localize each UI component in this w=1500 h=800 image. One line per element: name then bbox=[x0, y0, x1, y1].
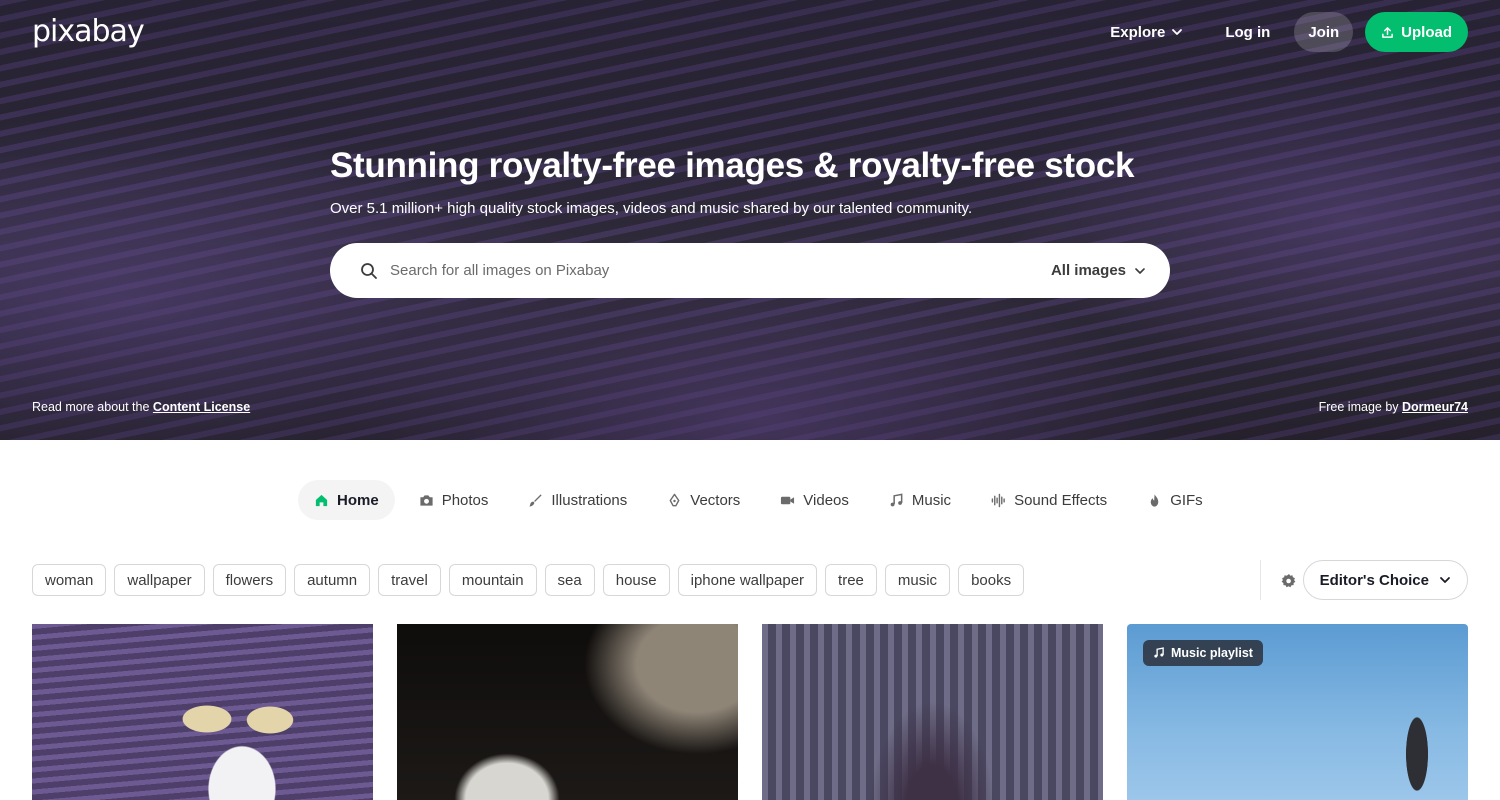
category-tabs: Home Photos Illustrations Vectors Videos… bbox=[298, 480, 1227, 520]
upload-label: Upload bbox=[1401, 23, 1452, 41]
upload-icon bbox=[1382, 26, 1394, 38]
tab-vectors[interactable]: Vectors bbox=[651, 480, 756, 520]
tab-videos[interactable]: Videos bbox=[764, 480, 865, 520]
trending-tags: woman wallpaper flowers autumn travel mo… bbox=[32, 564, 1032, 597]
home-icon bbox=[315, 494, 328, 506]
music-note-icon bbox=[890, 493, 903, 506]
search-input[interactable] bbox=[390, 262, 1051, 279]
tag-chip[interactable]: wallpaper bbox=[114, 564, 205, 596]
hero-banner: pixabay Explore Log in Join Upload Stunn… bbox=[0, 0, 1500, 440]
content-license-note: Read more about the Content License bbox=[32, 400, 250, 414]
image-card[interactable] bbox=[397, 624, 738, 800]
flame-icon bbox=[1150, 493, 1159, 507]
chevron-down-icon bbox=[1172, 29, 1183, 35]
login-link[interactable]: Log in bbox=[1225, 24, 1270, 41]
tag-chip[interactable]: music bbox=[884, 564, 951, 596]
hero-subtitle: Over 5.1 million+ high quality stock ima… bbox=[330, 200, 973, 217]
sort-label: Editor's Choice bbox=[1319, 571, 1429, 589]
badge-label: Music playlist bbox=[1171, 646, 1253, 660]
tab-home[interactable]: Home bbox=[298, 480, 395, 520]
tag-chip[interactable]: sea bbox=[544, 564, 595, 596]
upload-button[interactable]: Upload bbox=[1365, 12, 1468, 52]
tag-chip[interactable]: tree bbox=[825, 564, 877, 596]
chevron-down-icon bbox=[1440, 577, 1450, 583]
search-type-label: All images bbox=[1050, 262, 1126, 279]
tag-chip[interactable]: house bbox=[602, 564, 670, 596]
pixabay-logo[interactable]: pixabay bbox=[32, 14, 145, 49]
tag-chip[interactable]: woman bbox=[32, 564, 107, 596]
tag-chip[interactable]: mountain bbox=[448, 564, 537, 596]
tab-gifs[interactable]: GIFs bbox=[1131, 480, 1219, 520]
join-button[interactable]: Join bbox=[1294, 12, 1354, 52]
tab-label: Sound Effects bbox=[1014, 491, 1108, 509]
tab-label: Vectors bbox=[690, 491, 741, 509]
music-playlist-badge: Music playlist bbox=[1143, 640, 1263, 666]
hero-overlay bbox=[0, 0, 1500, 440]
tab-label: Illustrations bbox=[551, 491, 628, 509]
image-card[interactable] bbox=[762, 624, 1103, 800]
chevron-down-icon bbox=[1135, 267, 1145, 274]
credit-author-link[interactable]: Dormeur74 bbox=[1402, 400, 1468, 414]
content-license-link[interactable]: Content License bbox=[153, 400, 250, 414]
search-icon[interactable] bbox=[360, 262, 378, 280]
filter-settings-button[interactable] bbox=[1276, 568, 1301, 593]
sort-dropdown[interactable]: Editor's Choice bbox=[1302, 560, 1468, 600]
tag-chip[interactable]: autumn bbox=[294, 564, 371, 596]
waveform-icon bbox=[991, 493, 1005, 507]
license-prefix: Read more about the bbox=[32, 400, 153, 414]
image-credit: Free image by Dormeur74 bbox=[1319, 400, 1468, 414]
tab-music[interactable]: Music bbox=[873, 480, 967, 520]
explore-menu[interactable]: Explore bbox=[1110, 24, 1183, 41]
tab-label: Photos bbox=[441, 491, 489, 509]
tab-label: Music bbox=[911, 491, 952, 509]
image-card[interactable]: Music playlist bbox=[1127, 624, 1468, 800]
hero-title: Stunning royalty-free images & royalty-f… bbox=[330, 146, 1135, 185]
top-navigation: Explore Log in Join Upload bbox=[1110, 12, 1468, 52]
tag-chip[interactable]: travel bbox=[378, 564, 441, 596]
camera-icon bbox=[420, 494, 433, 506]
divider bbox=[1260, 560, 1261, 600]
tab-label: Home bbox=[337, 491, 379, 509]
credit-prefix: Free image by bbox=[1318, 400, 1402, 414]
explore-label: Explore bbox=[1110, 23, 1166, 41]
image-card[interactable] bbox=[32, 624, 373, 800]
tag-chip[interactable]: iphone wallpaper bbox=[677, 564, 818, 596]
tab-photos[interactable]: Photos bbox=[403, 480, 505, 520]
tab-label: GIFs bbox=[1170, 491, 1203, 509]
tag-chip[interactable]: books bbox=[958, 564, 1025, 596]
search-type-dropdown[interactable]: All images bbox=[1051, 262, 1146, 279]
music-note-icon bbox=[1154, 647, 1164, 658]
search-bar: All images bbox=[330, 243, 1170, 298]
brush-icon bbox=[529, 493, 542, 507]
tab-illustrations[interactable]: Illustrations bbox=[512, 480, 643, 520]
pen-nib-icon bbox=[669, 493, 680, 506]
gear-icon bbox=[1281, 573, 1295, 587]
tag-chip[interactable]: flowers bbox=[212, 564, 287, 596]
video-camera-icon bbox=[781, 496, 795, 504]
tab-label: Videos bbox=[803, 491, 849, 509]
tab-sound-effects[interactable]: Sound Effects bbox=[975, 480, 1123, 520]
